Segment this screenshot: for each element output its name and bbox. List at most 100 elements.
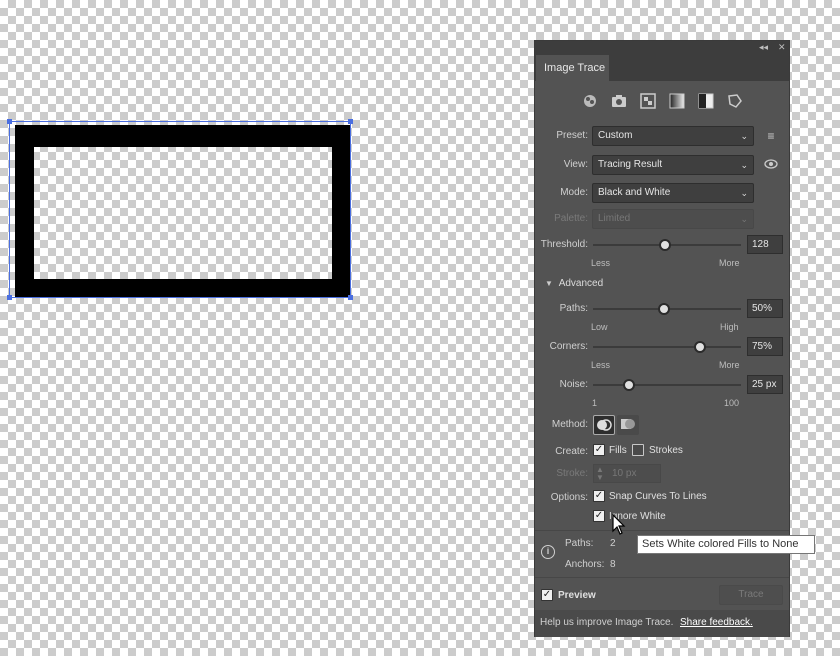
selection-handle[interactable] <box>348 295 353 300</box>
palette-select: Limited ⌄ <box>592 209 754 229</box>
threshold-max-label: More <box>719 258 740 268</box>
collapse-icon[interactable]: ◂◂ <box>759 42 768 53</box>
outline-icon[interactable] <box>725 91 745 111</box>
corners-input[interactable]: 75% <box>747 337 783 356</box>
ignore-white-checkbox[interactable]: ✓ <box>593 510 605 522</box>
fills-checkbox[interactable]: ✓ <box>593 444 605 456</box>
high-color-icon[interactable] <box>609 91 629 111</box>
panel-footer: Help us improve Image Trace. Share feedb… <box>535 610 789 637</box>
strokes-checkbox[interactable] <box>632 444 644 456</box>
threshold-label: Threshold: <box>540 239 588 250</box>
chevron-down-icon: ⌄ <box>740 188 748 198</box>
paths-slider-knob[interactable] <box>658 303 670 315</box>
info-anchors-value: 8 <box>610 559 616 570</box>
stroke-label: Stroke: <box>556 468 588 479</box>
info-paths-value: 2 <box>610 538 616 549</box>
selection-handle[interactable] <box>7 119 12 124</box>
panel-divider <box>535 577 789 578</box>
stroke-row: Stroke: ▲ ▼ 10 px <box>535 464 789 484</box>
preview-label: Preview <box>558 590 596 601</box>
traced-rectangle-object[interactable] <box>7 119 353 300</box>
ignore-white-tooltip: Sets White colored Fills to None <box>637 535 815 554</box>
info-paths-label: Paths: <box>565 538 594 549</box>
stepper-arrows-icon: ▲ ▼ <box>596 465 604 482</box>
palette-label: Palette: <box>554 213 588 224</box>
chevron-down-icon: ⌄ <box>740 131 748 141</box>
method-overlapping-button[interactable] <box>617 415 639 435</box>
low-color-icon[interactable] <box>638 91 658 111</box>
paths-label: Paths: <box>559 303 588 314</box>
panel-titlebar[interactable]: ◂◂ ✕ <box>535 41 789 55</box>
paths-min-label: Low <box>591 322 608 332</box>
threshold-min-label: Less <box>591 258 611 268</box>
options-row: Options: ✓ Snap Curves To Lines <box>535 488 789 508</box>
noise-min-label: 1 <box>592 398 598 408</box>
corners-slider-track[interactable] <box>593 346 741 348</box>
noise-slider-track[interactable] <box>593 384 741 386</box>
footer-text: Help us improve Image Trace. <box>540 617 674 628</box>
preset-row: Preset: Custom ⌄ ≡ <box>535 126 789 146</box>
method-row: Method: <box>535 415 789 435</box>
noise-max-label: 100 <box>724 398 740 408</box>
preset-label: Preset: <box>556 130 588 141</box>
corners-slider-knob[interactable] <box>694 341 706 353</box>
corners-max-label: More <box>719 360 740 370</box>
share-feedback-link[interactable]: Share feedback. <box>680 617 753 628</box>
view-select[interactable]: Tracing Result ⌄ <box>592 155 754 175</box>
palette-row: Palette: Limited ⌄ <box>535 209 789 229</box>
mode-select[interactable]: Black and White ⌄ <box>592 183 754 203</box>
chevron-down-icon: ⌄ <box>740 160 748 170</box>
close-icon[interactable]: ✕ <box>778 42 786 53</box>
corners-label: Corners: <box>549 341 588 352</box>
preset-list-icon[interactable]: ≡ <box>764 129 778 143</box>
selection-handle[interactable] <box>7 295 12 300</box>
preview-row: ✓ Preview Trace <box>535 585 789 605</box>
corners-row: Corners: 75% <box>535 337 789 357</box>
panel-tabbar: Image Trace <box>535 55 789 81</box>
create-row: Create: ✓ Fills Strokes <box>535 442 789 462</box>
noise-slider-knob[interactable] <box>623 379 635 391</box>
ignore-white-row: ✓ Ignore White <box>535 508 789 528</box>
panel-divider <box>535 530 789 531</box>
snap-curves-checkbox[interactable]: ✓ <box>593 490 605 502</box>
grayscale-icon[interactable] <box>667 91 687 111</box>
fills-label: Fills <box>609 445 627 456</box>
tab-image-trace[interactable]: Image Trace <box>536 55 609 81</box>
threshold-input[interactable]: 128 <box>747 235 783 254</box>
triangle-down-icon: ▼ <box>545 279 553 288</box>
strokes-label: Strokes <box>649 445 683 456</box>
mouse-pointer-icon <box>612 514 626 535</box>
info-anchors-label: Anchors: <box>565 559 605 570</box>
view-row: View: Tracing Result ⌄ <box>535 155 789 175</box>
preview-checkbox[interactable]: ✓ <box>541 589 553 601</box>
chevron-down-icon: ⌄ <box>740 214 748 224</box>
advanced-toggle[interactable]: ▼ Advanced <box>545 278 603 289</box>
auto-color-icon[interactable] <box>580 91 600 111</box>
paths-max-label: High <box>720 322 739 332</box>
threshold-slider-knob[interactable] <box>659 239 671 251</box>
black-white-icon[interactable] <box>696 91 716 111</box>
advanced-label: Advanced <box>558 278 604 289</box>
stroke-value: 10 px <box>612 468 637 479</box>
paths-input[interactable]: 50% <box>747 299 783 318</box>
eye-icon[interactable] <box>764 158 778 172</box>
trace-button: Trace <box>719 585 783 605</box>
mode-row: Mode: Black and White ⌄ <box>535 183 789 203</box>
palette-value: Limited <box>598 213 631 224</box>
threshold-row: Threshold: 128 <box>535 235 789 255</box>
preset-value: Custom <box>598 130 633 141</box>
create-label: Create: <box>555 446 588 457</box>
view-value: Tracing Result <box>598 159 663 170</box>
view-label: View: <box>563 159 588 170</box>
method-abutting-button[interactable] <box>593 415 615 435</box>
selection-bounding-box <box>9 121 351 298</box>
corners-min-label: Less <box>591 360 611 370</box>
noise-input[interactable]: 25 px <box>747 375 783 394</box>
mode-label: Mode: <box>560 187 588 198</box>
paths-row: Paths: 50% <box>535 299 789 319</box>
snap-curves-label: Snap Curves To Lines <box>609 491 707 502</box>
preset-select[interactable]: Custom ⌄ <box>592 126 754 146</box>
mode-value: Black and White <box>598 187 671 198</box>
method-label: Method: <box>551 419 588 430</box>
selection-handle[interactable] <box>348 119 353 124</box>
